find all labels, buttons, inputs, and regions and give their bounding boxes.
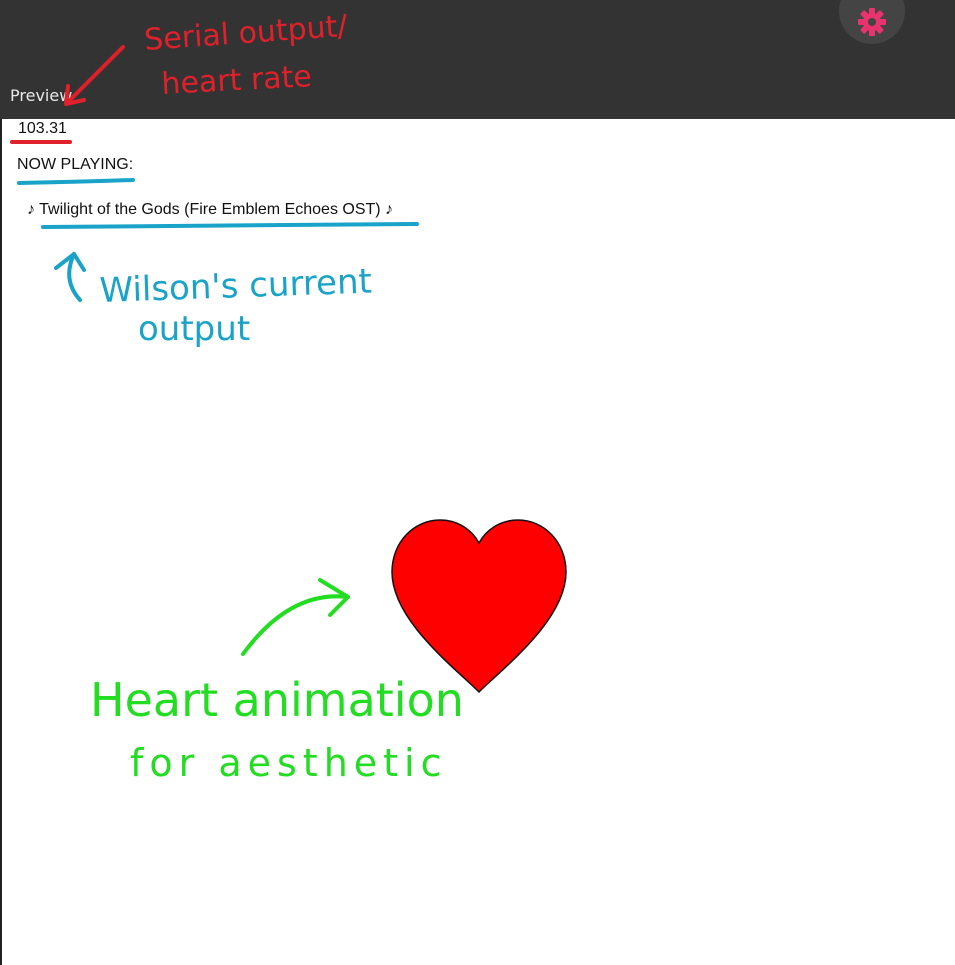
settings-button[interactable]: [839, 0, 905, 44]
gear-icon: [858, 8, 886, 36]
preview-title: Preview: [10, 86, 73, 105]
top-bar: Preview: [0, 0, 955, 119]
now-playing-label: NOW PLAYING:: [17, 156, 134, 173]
now-playing-track: ♪ Twilight of the Gods (Fire Emblem Echo…: [27, 201, 394, 218]
heart-rate-value: 103.31: [18, 120, 67, 137]
preview-canvas: [0, 119, 955, 965]
